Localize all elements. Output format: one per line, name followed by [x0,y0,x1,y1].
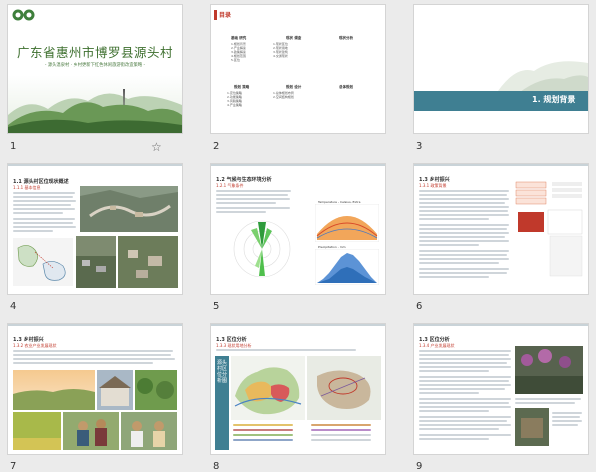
star-outline-icon[interactable]: ☆ [151,140,162,154]
slide-thumbnail-8[interactable]: 1.3 区位分析 1.3.3 现状用地分析 源头村区位分析图 [211,324,385,454]
harvest-photo [63,412,119,450]
village-aerial-image [80,186,178,232]
slide-number: 2 [213,141,220,152]
slide-thumbnail-1[interactable]: 广东省惠州市博罗县源头村 - 源头温泉村 · 乡村更新下红色休闲旅游街改造策略 … [8,5,182,133]
toc-items: 1.定位策略 2.功能策略 3.风貌策略 4.产业策略 [227,91,242,107]
slide-heading: 1.3 乡村振兴 [419,177,450,183]
farm-sunset-photo [13,370,95,410]
slide-subheading: 1.3.4 产业发展现状 [419,343,455,348]
toc-section: 规划 设计 [286,85,302,89]
slide-heading: 1.2 气候与生态环境分析 [216,177,272,183]
location-map-image [13,238,73,286]
slide-number: 5 [213,301,220,312]
slide-heading: 1.3 乡村振兴 [13,337,44,343]
village-house-photo [97,370,133,410]
product-photo [515,408,549,446]
top-rule [414,164,588,166]
toc-items: 1.现状区位 2.现状用地 3.现状建筑 4.交通现状 [273,42,288,58]
slide-thumbnail-7[interactable]: 1.3 乡村振兴 1.3.2 农业产业发展现状 [8,324,182,454]
slide-number: 4 [10,301,17,312]
cover-title: 广东省惠州市博罗县源头村 [16,45,173,60]
slide-thumbnail-2[interactable]: 目录 基础 研究 1.规划背景 2.产业解读 3.政策解读 4.规划范围 5.区位 现状… [211,5,385,133]
toc-section: 总体规划 [339,85,353,89]
slide-number: 6 [416,301,423,312]
village-aerial-photo [118,236,178,288]
slide-heading: 1.3 区位分析 [216,337,247,343]
cover-subtitle: - 源头温泉村 · 乡村更新下红色休闲旅游街改造策略 - [44,63,146,68]
orchard-photo [135,370,177,410]
rice-field-photo [13,412,61,450]
slide-heading: 1.1 源头村区位现状概述 [13,179,69,185]
toc-title: 目录 [219,12,232,19]
toc-section: 现状 调查 [286,36,302,40]
precipitation-chart [315,249,379,285]
slide-subheading: 1.2.1 气象条件 [216,183,244,188]
mountain-landscape-image [8,75,182,133]
slide-thumbnail-6[interactable]: 1.3 乡村振兴 1.3.1 政策背景 [414,164,588,294]
location-map [307,356,381,420]
vertical-banner-text: 源头村区位分析图 [217,360,228,384]
slide-subheading: 1.3.1 政策背景 [419,183,447,188]
top-rule [414,324,588,326]
slide-thumbnail-9[interactable]: 1.3 区位分析 1.3.4 产业发展现状 [414,324,588,454]
temperature-chart [315,204,379,242]
wind-rose-chart [233,220,291,278]
land-use-map [231,356,305,420]
section-label: 1. 规划背景 [532,95,576,104]
farmers-photo [121,412,177,450]
flower-field-photo [515,346,583,394]
toc-items: 1.总体规划布局 2.空间结构规划 [273,91,294,99]
toc-section: 规划 策略 [234,85,250,89]
slide-subheading: 1.3.2 农业产业发展现状 [13,343,57,348]
policy-diagram [515,181,583,277]
top-rule [8,164,182,166]
toc-items: 1.规划背景 2.产业解读 3.政策解读 4.规划范围 5.区位 [231,42,246,62]
slide-thumbnail-3[interactable]: 1. 规划背景 [414,5,588,133]
toc-section: 基础 研究 [231,36,247,40]
logo-icon [12,9,35,21]
top-rule [211,164,385,166]
top-rule [8,324,182,326]
slide-subheading: 1.1.1 基本信息 [13,185,41,190]
misty-mountain-image [414,5,588,97]
title-accent-bar [214,10,217,20]
village-photo [76,236,116,288]
slide-number: 3 [416,141,423,152]
toc-section: 现状分析 [339,36,353,40]
slide-thumbnail-4[interactable]: 1.1 源头村区位现状概述 1.1.1 基本信息 [8,164,182,294]
top-rule [211,324,385,326]
slide-number: 1 [10,141,17,152]
slide-heading: 1.3 区位分析 [419,337,450,343]
slide-thumbnail-5[interactable]: 1.2 气候与生态环境分析 1.2.1 气象条件 Temperature - C… [211,164,385,294]
